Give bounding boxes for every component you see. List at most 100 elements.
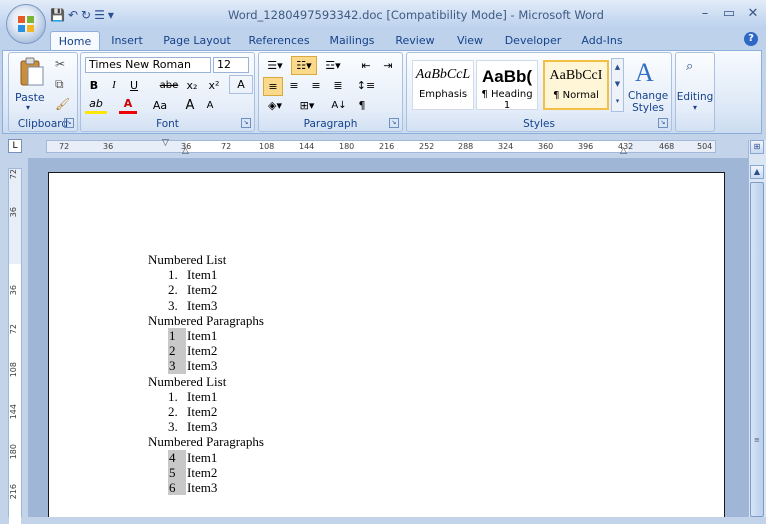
numbered-paragraph[interactable]: 5 Item2 <box>168 464 217 480</box>
bold-button[interactable]: B <box>85 77 103 94</box>
svg-text:A: A <box>635 58 654 86</box>
ruler-tick: 72 <box>9 169 18 180</box>
redo-icon[interactable]: ↻ <box>81 8 91 22</box>
line-text: Numbered List <box>148 373 227 389</box>
list-item[interactable]: 3. Item3 <box>168 419 217 434</box>
borders-icon[interactable]: ⊞▾ <box>295 97 319 114</box>
numbered-paragraph[interactable]: 2 Item2 <box>168 343 217 359</box>
undo-icon[interactable]: ↶ <box>68 8 78 22</box>
hanging-indent-marker[interactable]: △ <box>182 146 189 156</box>
superscript-button[interactable]: x² <box>205 77 223 94</box>
save-icon[interactable]: 💾 <box>50 8 65 22</box>
format-painter-icon[interactable]: 🖌 <box>55 97 70 111</box>
scroll-up-button[interactable]: ▲ <box>750 165 764 179</box>
ruler-tick: 108 <box>259 142 275 151</box>
paragraph-launcher-icon[interactable]: ↘ <box>389 118 399 128</box>
align-center-icon[interactable]: ≡ <box>285 77 303 94</box>
first-line-indent-marker[interactable]: ▽ <box>162 138 169 148</box>
shading-icon[interactable]: ◈▾ <box>263 97 287 114</box>
editing-dropdown-icon[interactable]: ▾ <box>693 103 697 112</box>
quick-access-toolbar: 💾 ↶ ↻ ☰ ▾ <box>50 6 114 24</box>
show-marks-button[interactable]: ¶ <box>353 97 371 114</box>
style-name: ¶ Heading 1 <box>481 89 533 110</box>
list-heading[interactable]: Numbered List <box>148 374 226 389</box>
bullets-icon[interactable]: ☰ <box>94 8 105 22</box>
view-ruler-button[interactable]: ⊞ <box>750 140 764 154</box>
help-icon[interactable]: ? <box>744 32 758 46</box>
editing-button[interactable]: Editing <box>676 91 714 103</box>
multilevel-list-icon[interactable]: ☲▾ <box>321 57 345 74</box>
tab-references[interactable]: References <box>244 31 314 50</box>
styles-scroll[interactable]: ▲ ▼ ▾ <box>611 58 624 112</box>
list-item[interactable]: 2. Item2 <box>168 282 217 297</box>
tab-selector[interactable]: L <box>8 139 22 153</box>
list-heading[interactable]: Numbered List <box>148 252 226 267</box>
ruler-tick: 72 <box>221 142 232 151</box>
change-case-button[interactable]: Aa <box>147 97 173 114</box>
office-button[interactable] <box>6 4 46 44</box>
grow-font-button[interactable]: A <box>181 97 199 114</box>
line-spacing-icon[interactable]: ↕≡ <box>353 77 379 94</box>
vertical-ruler[interactable]: 72 36 36 72 108 144 180 216 <box>8 168 22 524</box>
font-size-combo[interactable]: 12 <box>213 57 249 73</box>
tab-home[interactable]: Home <box>50 31 100 51</box>
list-item[interactable]: 1. Item1 <box>168 267 217 282</box>
style-normal[interactable]: AaBbCcI ¶ Normal <box>543 60 609 110</box>
style-sample: AaBbCcI <box>549 68 603 83</box>
align-right-icon[interactable]: ≡ <box>307 77 325 94</box>
style-sample: AaBbCcL <box>415 67 471 82</box>
tab-insert[interactable]: Insert <box>106 31 148 50</box>
font-launcher-icon[interactable]: ↘ <box>241 118 251 128</box>
justify-icon[interactable]: ≣ <box>329 77 347 94</box>
font-color-button[interactable]: A <box>119 97 137 114</box>
change-styles-button[interactable]: Change Styles <box>628 90 668 114</box>
paste-dropdown-icon[interactable]: ▾ <box>26 103 30 112</box>
style-emphasis[interactable]: AaBbCcL Emphasis <box>412 60 474 110</box>
cut-icon[interactable]: ✂ <box>55 57 65 71</box>
tab-add-ins[interactable]: Add-Ins <box>576 31 628 50</box>
tab-mailings[interactable]: Mailings <box>324 31 380 50</box>
sort-button[interactable]: A↓ <box>329 97 349 114</box>
copy-icon[interactable]: ⧉ <box>55 77 64 92</box>
paragraph-number: 4 <box>168 449 186 465</box>
bullets-icon[interactable]: ☰▾ <box>263 57 287 74</box>
maximize-button[interactable]: ▭ <box>716 4 742 24</box>
italic-button[interactable]: I <box>105 77 123 94</box>
horizontal-ruler[interactable]: 72 36 36 72 108 144 180 216 252 288 324 … <box>46 140 716 153</box>
clipboard-launcher-icon[interactable]: ↘ <box>64 118 74 128</box>
style-heading-1[interactable]: AaBb( ¶ Heading 1 <box>476 60 538 110</box>
ruler-tick: 396 <box>578 142 594 151</box>
styles-launcher-icon[interactable]: ↘ <box>658 118 668 128</box>
strikethrough-button[interactable]: abe <box>157 77 181 94</box>
tab-page-layout[interactable]: Page Layout <box>160 31 234 50</box>
subscript-button[interactable]: x₂ <box>183 77 201 94</box>
tab-view[interactable]: View <box>450 31 490 50</box>
right-indent-marker[interactable]: △ <box>620 146 627 156</box>
list-item[interactable]: 2. Item2 <box>168 404 217 419</box>
list-heading[interactable]: Numbered Paragraphs <box>148 313 264 328</box>
font-name-combo[interactable]: Times New Roman <box>85 57 211 73</box>
underline-button[interactable]: U <box>125 77 143 94</box>
numbered-paragraph[interactable]: 1 Item1 <box>168 328 217 344</box>
list-item[interactable]: 1. Item1 <box>168 389 217 404</box>
increase-indent-icon[interactable]: ⇥ <box>379 57 397 74</box>
align-left-icon[interactable]: ≡ <box>263 77 283 96</box>
numbered-paragraph[interactable]: 4 Item1 <box>168 449 217 465</box>
numbered-paragraph[interactable]: 6 Item3 <box>168 480 217 496</box>
shrink-font-button[interactable]: A <box>201 97 219 114</box>
customize-qat-icon[interactable]: ▾ <box>108 8 114 22</box>
document-body[interactable]: Numbered List 1. Item1 2. Item2 3. Item3 Number… <box>148 252 548 502</box>
close-button[interactable]: ✕ <box>740 4 766 24</box>
paste-icon <box>20 57 44 86</box>
decrease-indent-icon[interactable]: ⇤ <box>357 57 375 74</box>
numbering-icon[interactable]: ☷▾ <box>291 56 317 75</box>
minimize-button[interactable]: – <box>692 4 718 24</box>
highlight-button[interactable]: ab <box>85 97 107 114</box>
numbered-paragraph[interactable]: 3 Item3 <box>168 358 217 374</box>
list-heading[interactable]: Numbered Paragraphs <box>148 434 264 449</box>
tab-developer[interactable]: Developer <box>500 31 566 50</box>
scrollbar-thumb[interactable]: ≡ <box>750 182 764 517</box>
clear-formatting-button[interactable]: A <box>229 75 253 94</box>
list-item[interactable]: 3. Item3 <box>168 298 217 313</box>
tab-review[interactable]: Review <box>390 31 440 50</box>
